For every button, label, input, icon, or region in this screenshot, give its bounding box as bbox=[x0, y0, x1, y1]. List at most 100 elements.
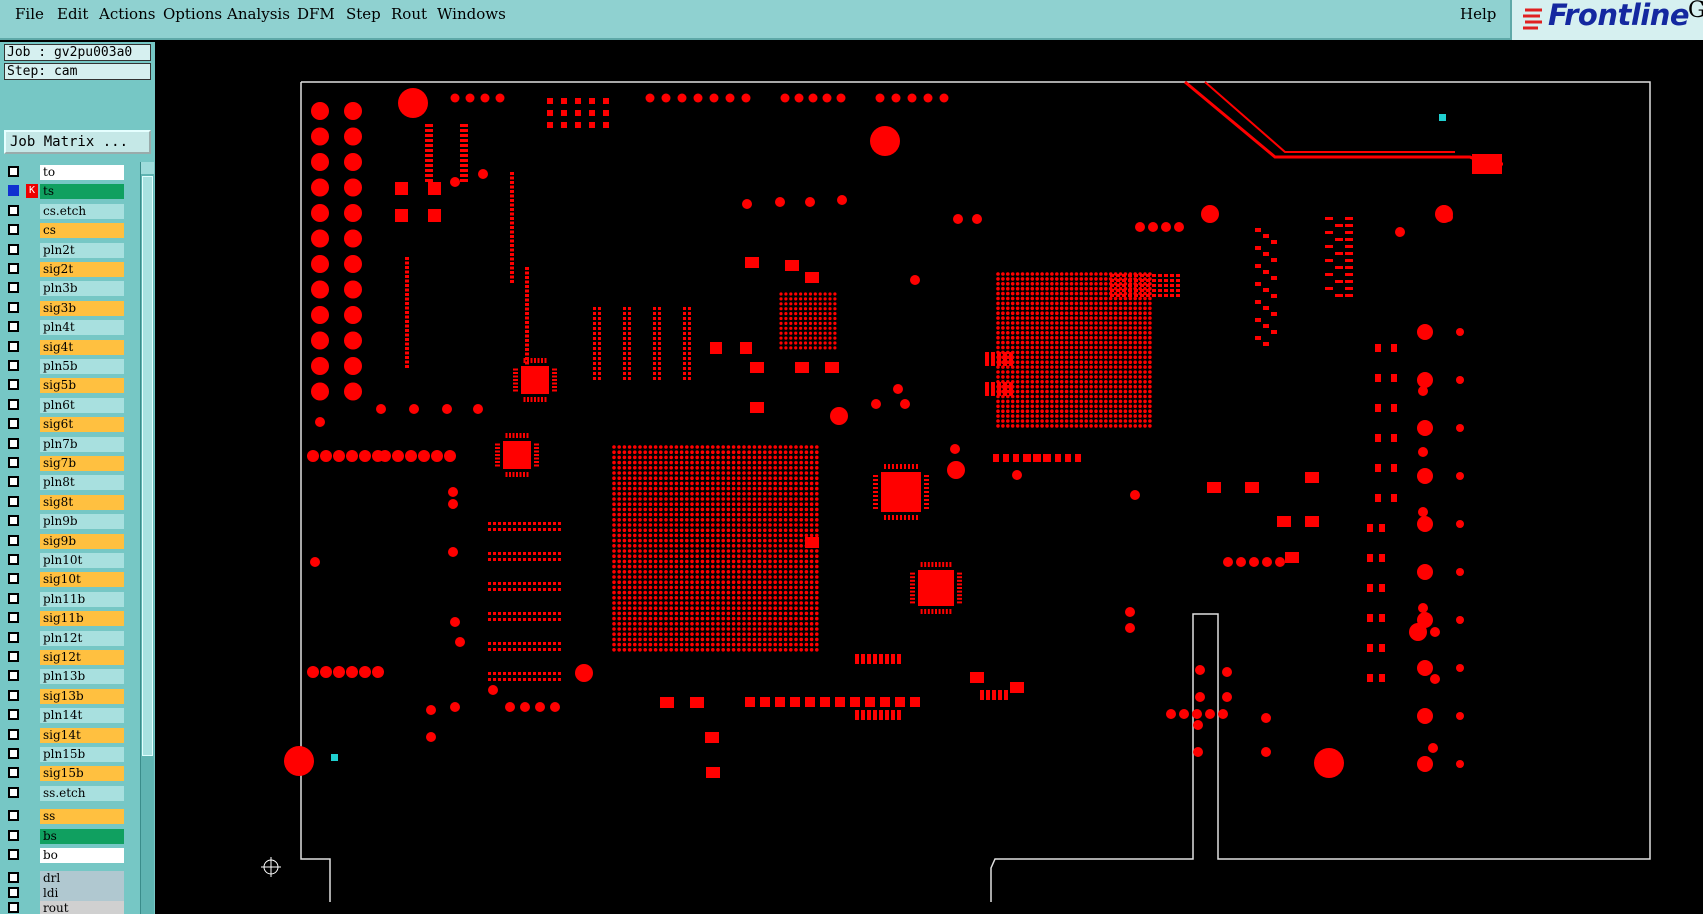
layer-checkbox[interactable] bbox=[8, 282, 19, 293]
menu-actions[interactable]: Actions bbox=[99, 5, 155, 23]
layer-name[interactable]: sig5b bbox=[40, 378, 124, 393]
layer-name[interactable]: pln8t bbox=[40, 475, 124, 490]
layer-row-pln2t[interactable]: pln2t bbox=[6, 242, 126, 260]
layer-checkbox[interactable] bbox=[8, 729, 19, 740]
pcb-board-view[interactable] bbox=[155, 42, 1703, 914]
layer-checkbox[interactable] bbox=[8, 515, 19, 526]
layer-checkbox[interactable] bbox=[8, 438, 19, 449]
menu-step[interactable]: Step bbox=[346, 5, 381, 23]
layer-name[interactable]: sig8t bbox=[40, 495, 124, 510]
layer-row-pln5b[interactable]: pln5b bbox=[6, 358, 126, 376]
layer-name[interactable]: sig14t bbox=[40, 728, 124, 743]
layer-checkbox[interactable] bbox=[8, 554, 19, 565]
layer-checkbox[interactable] bbox=[8, 651, 19, 662]
layer-checkbox[interactable] bbox=[8, 476, 19, 487]
layer-row-sig5b[interactable]: sig5b bbox=[6, 377, 126, 395]
scroll-thumb[interactable] bbox=[142, 176, 153, 756]
layer-row-pln7b[interactable]: pln7b bbox=[6, 436, 126, 454]
layer-row-ss[interactable]: ss bbox=[6, 808, 126, 826]
layer-checkbox[interactable] bbox=[8, 709, 19, 720]
layer-row-ss-etch[interactable]: ss.etch bbox=[6, 785, 126, 803]
layer-name[interactable]: rout bbox=[40, 901, 124, 914]
layer-checkbox[interactable] bbox=[8, 830, 19, 841]
layer-name[interactable]: pln13b bbox=[40, 669, 124, 684]
layer-row-sig11b[interactable]: sig11b bbox=[6, 610, 126, 628]
layer-row-ts[interactable]: Kts bbox=[6, 183, 126, 201]
layer-name[interactable]: sig12t bbox=[40, 650, 124, 665]
layer-checkbox[interactable] bbox=[8, 360, 19, 371]
layer-name[interactable]: pln4t bbox=[40, 320, 124, 335]
layer-row-pln12t[interactable]: pln12t bbox=[6, 630, 126, 648]
menu-file[interactable]: File bbox=[15, 5, 44, 23]
layer-row-sig10t[interactable]: sig10t bbox=[6, 571, 126, 589]
layer-row-pln15b[interactable]: pln15b bbox=[6, 746, 126, 764]
layer-row-sig14t[interactable]: sig14t bbox=[6, 727, 126, 745]
layer-checkbox[interactable] bbox=[8, 379, 19, 390]
layer-checkbox[interactable] bbox=[8, 748, 19, 759]
layer-name[interactable]: pln12t bbox=[40, 631, 124, 646]
layer-name[interactable]: pln10t bbox=[40, 553, 124, 568]
layer-name[interactable]: ldi bbox=[40, 886, 124, 901]
layer-row-sig8t[interactable]: sig8t bbox=[6, 494, 126, 512]
layer-row-pln13b[interactable]: pln13b bbox=[6, 668, 126, 686]
layer-name[interactable]: drl bbox=[40, 871, 124, 886]
layer-name[interactable]: sig6t bbox=[40, 417, 124, 432]
layer-name[interactable]: sig10t bbox=[40, 572, 124, 587]
layer-name[interactable]: sig13b bbox=[40, 689, 124, 704]
layer-name[interactable]: ss.etch bbox=[40, 786, 124, 801]
layer-checkbox[interactable] bbox=[8, 185, 19, 196]
layer-checkbox[interactable] bbox=[8, 810, 19, 821]
layer-row-sig15b[interactable]: sig15b bbox=[6, 765, 126, 783]
layer-name[interactable]: pln2t bbox=[40, 243, 124, 258]
layer-name[interactable]: pln3b bbox=[40, 281, 124, 296]
layer-row-sig6t[interactable]: sig6t bbox=[6, 416, 126, 434]
layer-checkbox[interactable] bbox=[8, 244, 19, 255]
layer-name[interactable]: ss bbox=[40, 809, 124, 824]
menu-dfm[interactable]: DFM bbox=[297, 5, 335, 23]
layer-name[interactable]: to bbox=[40, 165, 124, 180]
scroll-up-arrow-icon[interactable] bbox=[141, 162, 154, 174]
layer-name[interactable]: pln14t bbox=[40, 708, 124, 723]
layer-name[interactable]: ts bbox=[40, 184, 124, 199]
layer-name[interactable]: sig9b bbox=[40, 534, 124, 549]
job-matrix-button[interactable]: Job Matrix ... bbox=[4, 130, 151, 154]
menu-analysis[interactable]: Analysis bbox=[227, 5, 290, 23]
menu-windows[interactable]: Windows bbox=[437, 5, 506, 23]
layer-checkbox[interactable] bbox=[8, 872, 19, 883]
layer-checkbox[interactable] bbox=[8, 787, 19, 798]
layer-checkbox[interactable] bbox=[8, 902, 19, 913]
layer-name[interactable]: sig7b bbox=[40, 456, 124, 471]
layer-checkbox[interactable] bbox=[8, 535, 19, 546]
layer-checkbox[interactable] bbox=[8, 457, 19, 468]
menu-options[interactable]: Options bbox=[163, 5, 222, 23]
layer-name[interactable]: sig11b bbox=[40, 611, 124, 626]
layer-row-rout[interactable]: rout bbox=[6, 900, 126, 914]
layer-scrollbar[interactable] bbox=[140, 162, 154, 914]
layer-name[interactable]: pln15b bbox=[40, 747, 124, 762]
layer-row-pln14t[interactable]: pln14t bbox=[6, 707, 126, 725]
layer-checkbox[interactable] bbox=[8, 205, 19, 216]
layer-row-sig4t[interactable]: sig4t bbox=[6, 339, 126, 357]
layer-name[interactable]: pln5b bbox=[40, 359, 124, 374]
layer-name[interactable]: sig3b bbox=[40, 301, 124, 316]
layer-row-bo[interactable]: bo bbox=[6, 847, 126, 865]
layer-row-pln11b[interactable]: pln11b bbox=[6, 591, 126, 609]
layer-name[interactable]: cs.etch bbox=[40, 204, 124, 219]
layer-name[interactable]: bs bbox=[40, 829, 124, 844]
layer-checkbox[interactable] bbox=[8, 224, 19, 235]
layer-row-sig12t[interactable]: sig12t bbox=[6, 649, 126, 667]
layer-checkbox[interactable] bbox=[8, 321, 19, 332]
layer-checkbox[interactable] bbox=[8, 887, 19, 898]
layer-name[interactable]: cs bbox=[40, 223, 124, 238]
layer-row-pln8t[interactable]: pln8t bbox=[6, 474, 126, 492]
layer-checkbox[interactable] bbox=[8, 612, 19, 623]
layer-checkbox[interactable] bbox=[8, 670, 19, 681]
layer-checkbox[interactable] bbox=[8, 593, 19, 604]
layer-row-sig7b[interactable]: sig7b bbox=[6, 455, 126, 473]
layer-name[interactable]: pln7b bbox=[40, 437, 124, 452]
layer-row-pln3b[interactable]: pln3b bbox=[6, 280, 126, 298]
layer-row-cs[interactable]: cs bbox=[6, 222, 126, 240]
layer-checkbox[interactable] bbox=[8, 632, 19, 643]
layer-row-pln10t[interactable]: pln10t bbox=[6, 552, 126, 570]
layer-row-sig3b[interactable]: sig3b bbox=[6, 300, 126, 318]
